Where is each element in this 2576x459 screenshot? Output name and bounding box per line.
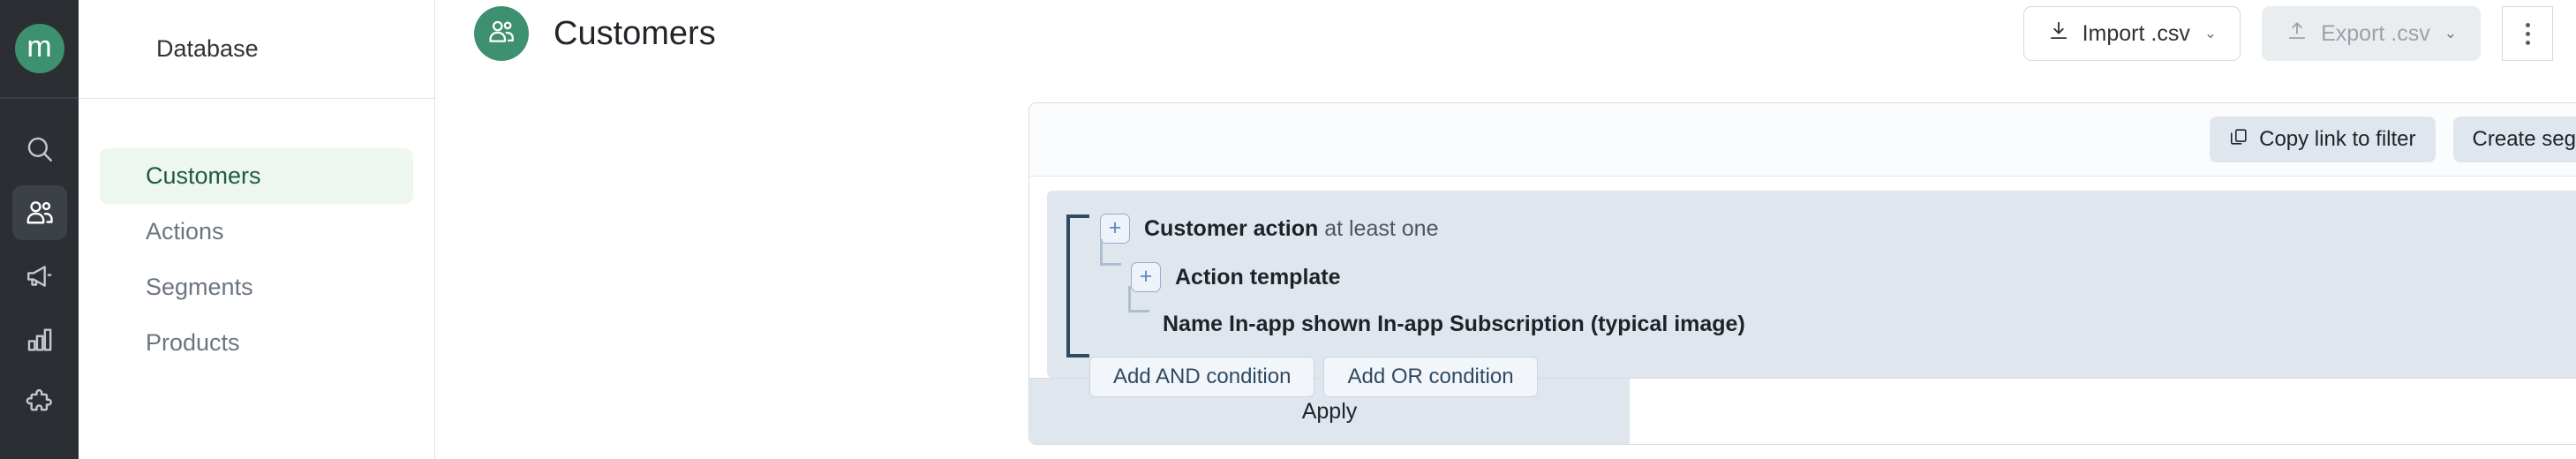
condition-root-rest: at least one [1318,215,1439,241]
condition-row-leaf[interactable]: Name In-app shown In-app Subscription (t… [1047,286,2576,346]
people-icon [486,17,516,51]
sidebar-header: Database [79,0,434,99]
brand-logo[interactable]: m [14,24,64,73]
search-icon [25,134,55,164]
brand-logo-letter: m [26,29,52,64]
rail-item-integrations[interactable] [12,376,67,431]
copy-icon [2229,127,2248,153]
condition-root-text: Customer action at least one [1144,216,1438,242]
condition-leaf-label: Name In-app shown In-app Subscription (t… [1163,311,1745,336]
people-icon [24,197,56,229]
avatar [474,6,529,61]
apply-label: Apply [1301,398,1358,424]
rail-item-list [11,99,67,431]
download-icon [2047,19,2070,49]
filter-toolbar: Copy link to filter Create segment More … [1029,103,2576,177]
add-or-label: Add OR condition [1347,365,1514,388]
chevron-down-icon: ⌄ [2444,25,2457,41]
rail-item-search[interactable] [12,122,67,177]
add-or-condition-button[interactable]: Add OR condition [1323,357,1538,397]
sidebar-item-label: Customers [146,162,261,189]
export-csv-label: Export .csv [2321,20,2430,46]
megaphone-icon [25,261,55,291]
condition-row-child[interactable]: + Action template [1047,239,2576,299]
export-csv-button[interactable]: Export .csv ⌄ [2262,6,2481,61]
sidebar-item-products[interactable]: Products [100,315,413,371]
condition-group: + Customer action at least one + Action … [1047,191,2576,397]
filter-panel: Copy link to filter Create segment More … [1028,102,2576,445]
create-segment-button[interactable]: Create segment [2452,117,2576,162]
copy-link-to-filter-button[interactable]: Copy link to filter [2210,117,2436,162]
main-content: Customers Import .csv ⌄ Export .csv ⌄ Co… [435,0,2576,459]
sidebar-item-segments[interactable]: Segments [100,260,413,315]
puzzle-icon [25,388,55,418]
brand-logo-container[interactable]: m [0,0,79,99]
condition-root-bold: Customer action [1144,215,1319,241]
app-root: m Database Customers Actions Segments Pr… [0,0,2576,459]
secondary-sidebar: Database Customers Actions Segments Prod… [79,0,435,459]
condition-add-row: Add AND condition Add OR condition [1047,355,2576,399]
import-csv-button[interactable]: Import .csv ⌄ [2022,6,2241,61]
upload-icon [2286,19,2309,49]
bar-chart-icon [25,325,55,355]
sidebar-title: Database [156,35,259,62]
copy-link-label: Copy link to filter [2259,127,2416,151]
condition-child-label: Action template [1175,264,1341,290]
import-csv-label: Import .csv [2082,20,2190,46]
create-segment-label: Create segment [2472,127,2576,151]
sidebar-item-label: Segments [146,274,253,300]
chevron-down-icon: ⌄ [2203,25,2218,41]
sidebar-item-customers[interactable]: Customers [100,148,413,204]
rail-item-database[interactable] [11,185,67,240]
rail-item-analytics[interactable] [12,312,67,367]
condition-row-root[interactable]: + Customer action at least one [1047,207,2576,251]
tree-elbow-icon [1100,239,1121,266]
add-and-label: Add AND condition [1113,365,1292,388]
page-header: Customers Import .csv ⌄ Export .csv ⌄ [435,0,2576,67]
rail-item-campaigns[interactable] [12,249,67,304]
tree-elbow-icon [1128,286,1149,312]
add-and-condition-button[interactable]: Add AND condition [1089,357,1315,397]
sidebar-item-actions[interactable]: Actions [100,204,413,260]
icon-rail: m [0,0,79,459]
sidebar-item-label: Products [146,329,240,356]
sidebar-item-label: Actions [146,218,224,245]
filter-body: + Customer action at least one + Action … [1029,177,2576,397]
more-options-button[interactable] [2502,6,2553,61]
kebab-menu-icon [2525,22,2530,45]
page-title: Customers [554,14,716,52]
sidebar-nav-list: Customers Actions Segments Products [79,99,434,371]
